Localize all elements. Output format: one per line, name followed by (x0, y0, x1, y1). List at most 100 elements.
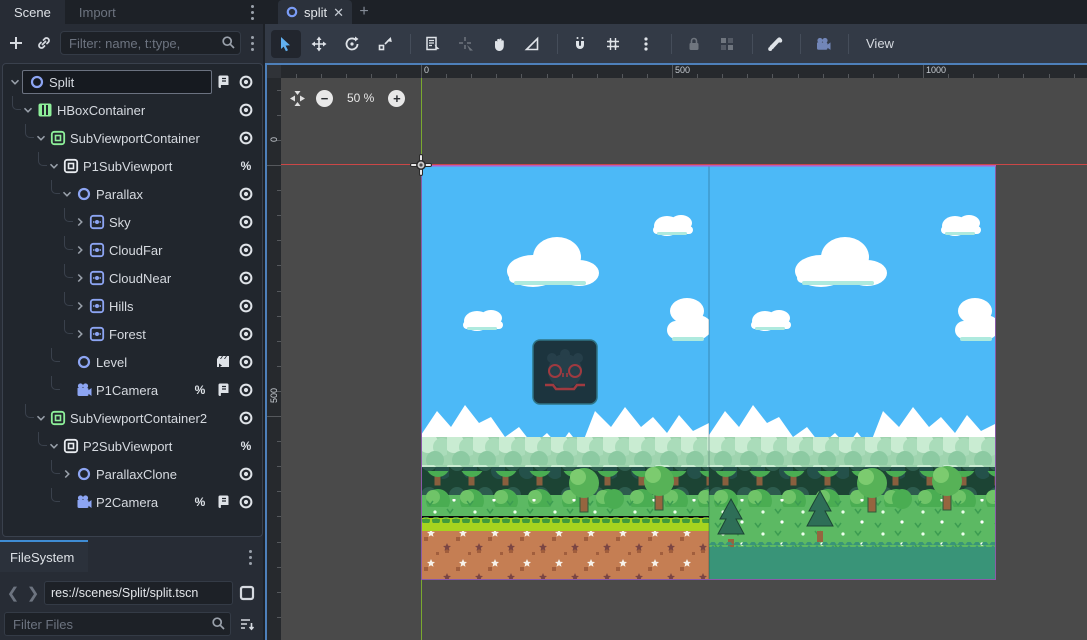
expand-arrow-icon[interactable] (47, 159, 61, 173)
visibility-toggle-icon[interactable] (238, 102, 254, 118)
visibility-toggle-icon[interactable] (238, 214, 254, 230)
node-name: SubViewportContainer (70, 131, 200, 146)
view-menu[interactable]: View (856, 30, 904, 58)
toggle-split-mode-button[interactable] (235, 581, 259, 605)
ruler-label: 0 (424, 65, 429, 75)
tree-node-p1camera[interactable]: P1Camera% (3, 376, 262, 404)
tab-scene[interactable]: Scene (0, 0, 65, 24)
tree-node-subviewportcontainer[interactable]: SubViewportContainer (3, 124, 262, 152)
tree-node-p2camera[interactable]: P2Camera% (3, 488, 262, 516)
center-view-icon[interactable] (289, 90, 306, 107)
expand-arrow-icon[interactable] (34, 411, 48, 425)
select-tool-button[interactable] (271, 30, 301, 58)
ruler-tool-button[interactable] (517, 30, 547, 58)
collapse-arrow-icon[interactable] (73, 243, 87, 257)
list-select-tool-button[interactable] (418, 30, 448, 58)
scene-tab-split[interactable]: split ✕ (278, 0, 352, 24)
tree-node-hboxcontainer[interactable]: HBoxContainer (3, 96, 262, 124)
tree-node-p1subviewport[interactable]: P1SubViewport% (3, 152, 262, 180)
nav-forward-button[interactable]: ❯ (24, 582, 42, 604)
tree-node-cloudfar[interactable]: CloudFar (3, 236, 262, 264)
visibility-toggle-icon[interactable] (238, 326, 254, 342)
instance-scene-button[interactable] (32, 31, 56, 55)
close-tab-icon[interactable]: ✕ (333, 6, 344, 19)
visibility-toggle-icon[interactable] (238, 298, 254, 314)
move-tool-button[interactable] (304, 30, 334, 58)
collapse-arrow-icon[interactable] (73, 299, 87, 313)
group-tool-button[interactable] (712, 30, 742, 58)
node-name: SubViewportContainer2 (70, 411, 207, 426)
visibility-toggle-icon[interactable] (238, 354, 254, 370)
current-path-field[interactable]: res://scenes/Split/split.tscn (44, 581, 233, 605)
node-badges (238, 186, 262, 202)
visibility-toggle-icon[interactable] (238, 410, 254, 426)
visibility-toggle-icon[interactable] (238, 466, 254, 482)
visibility-toggle-icon[interactable] (238, 494, 254, 510)
smart-snap-tool-button[interactable] (565, 30, 595, 58)
expand-arrow-icon[interactable] (47, 439, 61, 453)
tab-import[interactable]: Import (65, 0, 130, 24)
scale-tool-button[interactable] (370, 30, 400, 58)
expand-arrow-icon[interactable] (60, 187, 74, 201)
expand-arrow-icon[interactable] (8, 75, 22, 89)
new-scene-tab-button[interactable]: + (352, 0, 376, 24)
file-sort-button[interactable] (235, 612, 259, 636)
camera2d-icon (76, 494, 92, 510)
zoom-in-button[interactable]: + (388, 90, 405, 107)
camera-override-tool-button[interactable] (808, 30, 838, 58)
visibility-toggle-icon[interactable] (238, 242, 254, 258)
node2d-icon (76, 186, 92, 202)
scene-dock-menu-icon[interactable] (245, 4, 259, 20)
tree-node-sky[interactable]: Sky (3, 208, 262, 236)
pan-tool-button[interactable] (484, 30, 514, 58)
node-filter-input[interactable] (60, 31, 241, 55)
tree-node-parallax[interactable]: Parallax (3, 180, 262, 208)
tree-node-split[interactable]: Split (3, 68, 262, 96)
viewport-canvas[interactable]: 05001000 0500 (265, 63, 1087, 640)
scene-tree-extra-menu-icon[interactable] (245, 33, 259, 53)
collapse-arrow-icon[interactable] (73, 327, 87, 341)
parallax2d-icon (89, 270, 105, 286)
collapse-arrow-icon[interactable] (73, 271, 87, 285)
zoom-level[interactable]: 50 % (347, 91, 374, 105)
tree-node-forest[interactable]: Forest (3, 320, 262, 348)
subviewport-icon (63, 438, 79, 454)
grid-snap-tool-button[interactable] (598, 30, 628, 58)
visibility-toggle-icon[interactable] (238, 130, 254, 146)
skeleton-tool-button[interactable] (760, 30, 790, 58)
origin-gizmo[interactable] (410, 154, 432, 176)
collapse-arrow-icon[interactable] (60, 467, 74, 481)
tab-filesystem[interactable]: FileSystem (0, 542, 88, 572)
filesystem-filter-row (0, 610, 263, 638)
visibility-toggle-icon[interactable] (238, 186, 254, 202)
tree-node-cloudnear[interactable]: CloudNear (3, 264, 262, 292)
tree-node-hills[interactable]: Hills (3, 292, 262, 320)
node2d-icon (29, 74, 45, 90)
click-select-tool-button[interactable] (451, 30, 481, 58)
visibility-toggle-icon[interactable] (238, 382, 254, 398)
filesystem-menu-icon[interactable] (243, 550, 257, 565)
nav-back-button[interactable]: ❮ (4, 582, 22, 604)
visibility-toggle-icon[interactable] (238, 74, 254, 90)
node2d-icon (76, 354, 92, 370)
node-badges (238, 410, 262, 426)
expand-arrow-icon[interactable] (34, 131, 48, 145)
rotate-tool-button[interactable] (337, 30, 367, 58)
node-name: P2Camera (96, 495, 158, 510)
tree-node-level[interactable]: Level (3, 348, 262, 376)
lock-tool-button[interactable] (679, 30, 709, 58)
tree-node-parallaxclone[interactable]: ParallaxClone (3, 460, 262, 488)
snap-options-tool-button[interactable] (631, 30, 661, 58)
collapse-arrow-icon[interactable] (73, 215, 87, 229)
zoom-out-button[interactable]: − (316, 90, 333, 107)
tree-node-subviewportcontainer2[interactable]: SubViewportContainer2 (3, 404, 262, 432)
visibility-toggle-icon[interactable] (238, 270, 254, 286)
node-badges (238, 242, 262, 258)
no-arrow (60, 495, 74, 509)
tree-node-p2subviewport[interactable]: P2SubViewport% (3, 432, 262, 460)
add-node-button[interactable] (4, 31, 28, 55)
expand-arrow-icon[interactable] (21, 103, 35, 117)
tree-guide (51, 376, 60, 390)
file-filter-input[interactable] (4, 612, 231, 636)
node-rename-field[interactable]: Split (22, 70, 212, 94)
